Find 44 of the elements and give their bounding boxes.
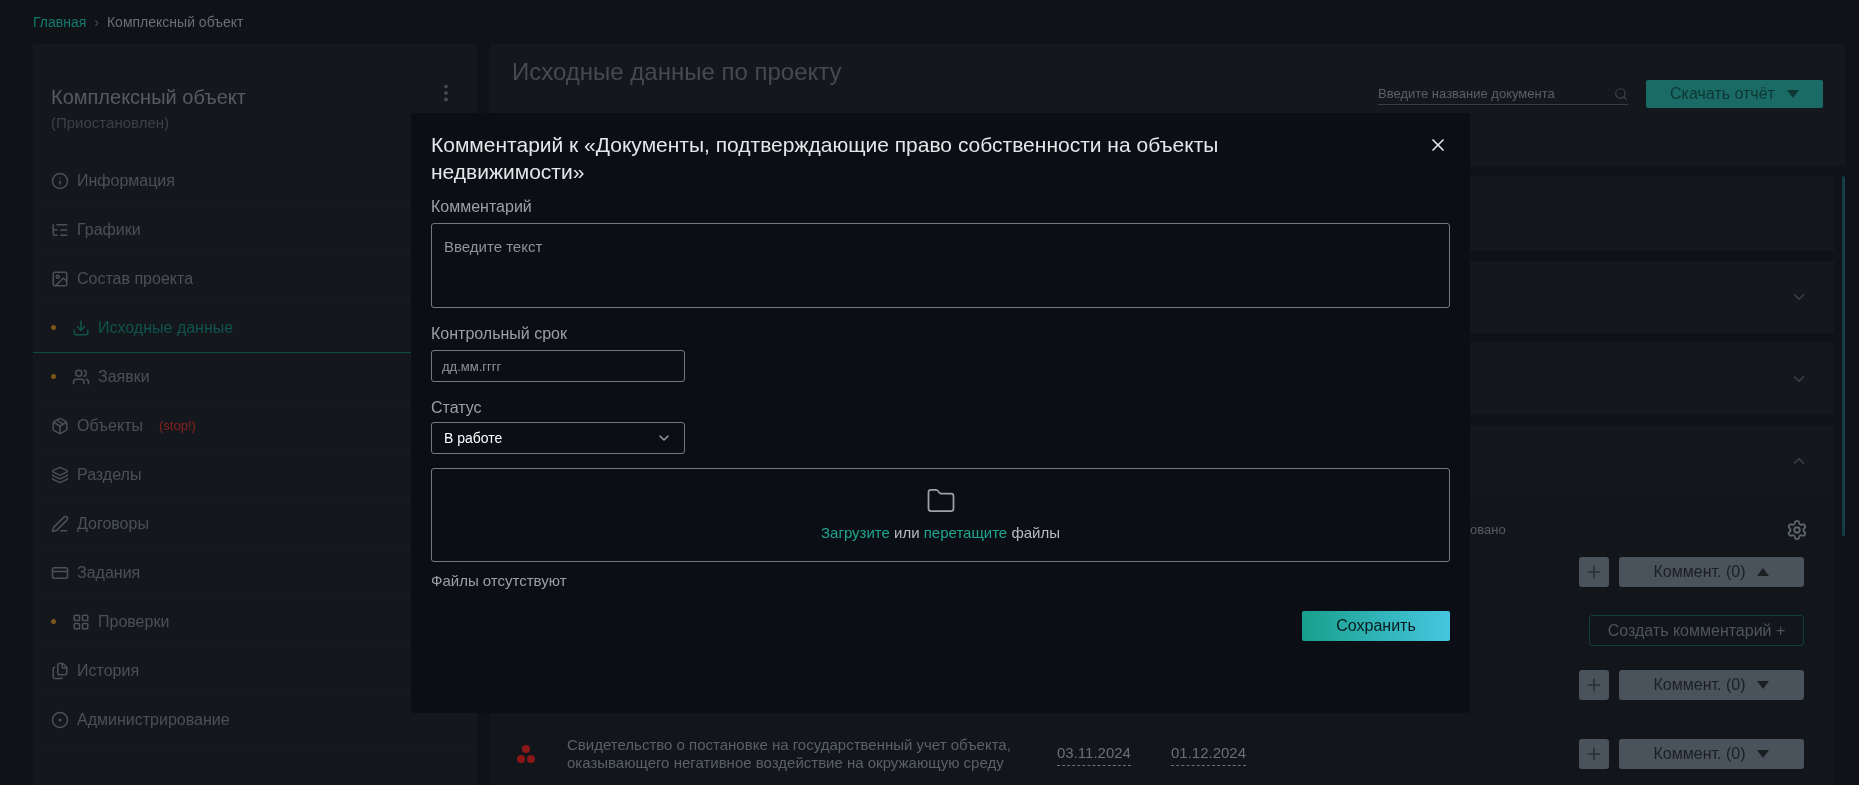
caret-down-icon xyxy=(1757,681,1770,689)
pen-icon xyxy=(51,514,69,533)
status-text: овано xyxy=(1470,521,1506,540)
caret-up-icon xyxy=(1757,568,1770,576)
date-field[interactable]: дд.мм.гггг xyxy=(431,350,685,382)
search-icon xyxy=(1614,86,1628,101)
add-button[interactable] xyxy=(1579,739,1609,769)
upload-text: или xyxy=(894,523,920,541)
package-icon xyxy=(51,416,69,435)
scrollbar[interactable] xyxy=(1842,176,1845,536)
add-button[interactable] xyxy=(1579,557,1609,587)
project-title: Комплексный объект xyxy=(51,85,246,110)
breadcrumb-link[interactable]: Главная xyxy=(33,11,87,33)
upload-dropzone[interactable]: Загрузите или перетащите файлы xyxy=(431,468,1450,562)
add-button[interactable] xyxy=(1579,670,1609,700)
gear-icon[interactable] xyxy=(1786,519,1808,541)
date-text: 01.12.2024 xyxy=(1170,742,1247,766)
files-icon xyxy=(51,661,69,680)
save-button[interactable]: Сохранить xyxy=(1302,610,1450,641)
layers-icon xyxy=(51,465,69,484)
breadcrumb-current: Комплексный объект xyxy=(106,12,244,32)
image-icon xyxy=(51,269,69,288)
create-comment-button[interactable]: Создать комментарий + xyxy=(1589,615,1804,646)
circle-icon xyxy=(51,710,69,729)
search-field[interactable]: Введите название документа xyxy=(1378,83,1628,105)
caret-down-icon xyxy=(1786,90,1799,98)
grid-icon xyxy=(72,612,90,631)
network-icon xyxy=(517,745,535,763)
people-icon xyxy=(72,367,90,386)
breadcrumb-separator: › xyxy=(94,12,99,32)
caret-down-icon xyxy=(1757,750,1770,758)
stop-label: (stop!) xyxy=(159,416,196,435)
comments-button[interactable]: Коммент. (0) xyxy=(1619,557,1804,587)
upload-text: файлы xyxy=(1011,523,1060,541)
info-icon xyxy=(51,171,69,190)
comment-field[interactable]: Введите текст xyxy=(431,223,1450,308)
document-title: Свидетельство о постановке на государственный учет объекта, оказывающего негативное воздействие на окружающую среду xyxy=(567,736,1012,772)
comments-button[interactable]: Коммент. (0) xyxy=(1619,670,1804,700)
upload-link[interactable]: перетащите xyxy=(923,523,1008,541)
comments-button[interactable]: Коммент. (0) xyxy=(1619,739,1804,769)
download-icon xyxy=(72,318,90,337)
upload-link[interactable]: Загрузите xyxy=(821,523,890,541)
status-select[interactable]: В работе xyxy=(431,422,685,454)
date-text: 03.11.2024 xyxy=(1057,742,1131,766)
